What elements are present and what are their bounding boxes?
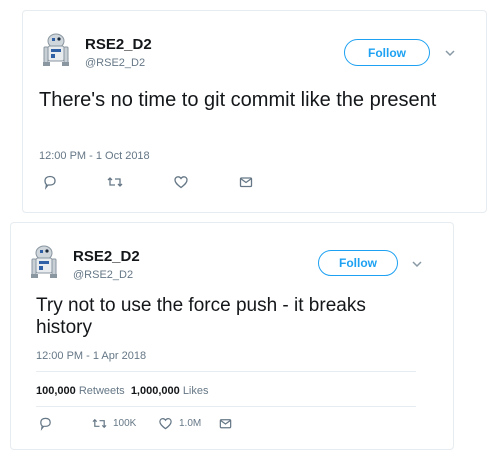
message-icon	[219, 419, 232, 429]
display-name[interactable]: RSE2_D2	[85, 36, 152, 53]
tweet-text: There's no time to git commit like the p…	[39, 89, 437, 111]
retweet-button[interactable]: 100K	[92, 416, 136, 431]
tweet-card: RSE2_D2 @RSE2_D2 Follow Try not to use t…	[10, 222, 454, 450]
retweets-count: 100,000	[36, 385, 76, 397]
like-icon	[174, 176, 188, 189]
retweet-icon	[107, 177, 123, 187]
tweet-actions	[39, 174, 279, 192]
reply-icon	[44, 175, 56, 190]
tweet-actions: 100K 1.0M	[36, 416, 276, 434]
divider	[36, 371, 416, 372]
tweet-timestamp[interactable]: 12:00 PM - 1 Apr 2018	[36, 350, 146, 362]
retweet-icon	[92, 418, 107, 429]
reply-icon	[40, 417, 51, 431]
tweet-text: Try not to use the force push - it break…	[36, 295, 366, 339]
reply-button[interactable]	[38, 416, 53, 431]
chevron-down-icon[interactable]	[444, 47, 456, 59]
message-button[interactable]	[218, 416, 233, 431]
likes-stat[interactable]: 1,000,000 Likes	[131, 385, 209, 397]
message-button[interactable]	[238, 174, 254, 190]
likes-count: 1,000,000	[130, 385, 180, 397]
user-handle[interactable]: @RSE2_D2	[73, 269, 133, 281]
tweet-stats: 100,000 Retweets 1,000,000 Likes	[36, 385, 209, 397]
avatar[interactable]	[31, 245, 57, 279]
message-icon	[239, 177, 253, 188]
like-icon	[159, 418, 172, 430]
like-button[interactable]	[173, 174, 189, 190]
follow-button[interactable]: Follow	[344, 39, 430, 66]
tweet-timestamp[interactable]: 12:00 PM - 1 Oct 2018	[39, 150, 150, 162]
chevron-down-icon[interactable]	[411, 258, 423, 270]
retweets-label: Retweets	[78, 385, 125, 397]
like-count: 1.0M	[179, 418, 202, 429]
avatar[interactable]	[43, 33, 69, 67]
display-name[interactable]: RSE2_D2	[73, 248, 140, 265]
tweet-card: RSE2_D2 @RSE2_D2 Follow There's no time …	[22, 10, 487, 213]
retweet-button[interactable]	[107, 174, 123, 190]
like-button[interactable]: 1.0M	[158, 416, 201, 431]
likes-label: Likes	[182, 385, 209, 397]
follow-button[interactable]: Follow	[318, 250, 398, 276]
retweet-count: 100K	[113, 418, 137, 429]
retweets-stat[interactable]: 100,000 Retweets	[36, 385, 125, 397]
divider	[36, 406, 416, 407]
user-handle[interactable]: @RSE2_D2	[85, 57, 145, 69]
reply-button[interactable]	[42, 174, 58, 190]
